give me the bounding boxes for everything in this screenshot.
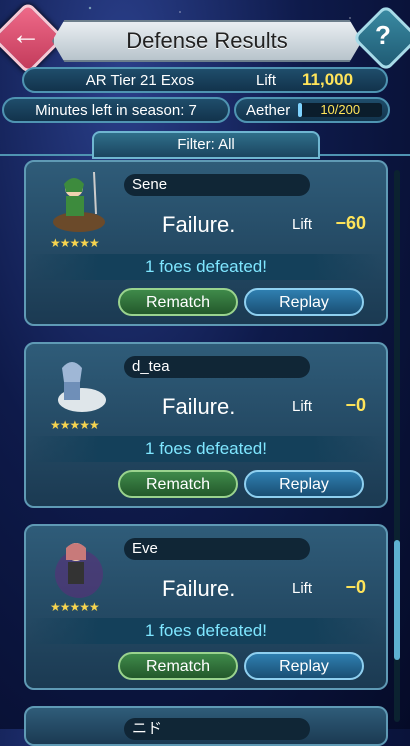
lift-label: Lift — [292, 216, 313, 233]
scrollbar-thumb[interactable] — [394, 540, 400, 660]
hero-portrait — [55, 543, 103, 598]
aether-value: 10/200 — [320, 102, 361, 117]
header: ← Defense Results ? — [0, 0, 410, 75]
title-plate: Defense Results — [52, 20, 362, 62]
question-icon[interactable]: ? — [366, 16, 400, 54]
hero-portrait — [58, 362, 106, 412]
rematch-button[interactable]: Rematch — [118, 652, 238, 680]
result-card-partial: ニド — [24, 706, 388, 746]
rematch-button[interactable]: Rematch — [118, 470, 238, 498]
tier-lift-label: Lift — [256, 71, 277, 89]
rarity-stars: ★★★★★ — [50, 236, 100, 250]
aether-gauge: 10/200 — [298, 102, 383, 117]
lift-value: −0 — [345, 577, 366, 597]
page-title: Defense Results — [126, 28, 288, 53]
rematch-button[interactable]: Rematch — [118, 288, 238, 316]
back-arrow-icon[interactable]: ← — [9, 17, 43, 53]
season-text: Minutes left in season: 7 — [35, 101, 197, 119]
opponent-name: ニド — [124, 718, 310, 740]
foes-defeated-text: 1 foes defeated! — [30, 254, 382, 280]
rarity-stars: ★★★★★ — [50, 600, 100, 614]
foes-defeated-text: 1 foes defeated! — [30, 436, 382, 462]
result-text: Failure. — [162, 394, 236, 419]
foes-defeated-text: 1 foes defeated! — [30, 618, 382, 644]
opponent-name: d_tea — [124, 356, 310, 378]
result-card: ★★★★★ d_tea Failure. Lift −0 1 foes defe… — [24, 342, 388, 508]
lift-label: Lift — [292, 580, 313, 597]
lift-label: Lift — [292, 398, 313, 415]
aether-label: Aether — [246, 101, 291, 119]
rarity-stars: ★★★★★ — [50, 418, 100, 432]
lift-value: −60 — [335, 213, 366, 233]
replay-button[interactable]: Replay — [244, 652, 364, 680]
result-card: ★★★★★ Sene Failure. Lift −60 1 foes defe… — [24, 160, 388, 326]
filter-tab[interactable]: Filter: All — [92, 131, 320, 159]
tier-lift-value: 11,000 — [302, 70, 354, 89]
replay-button[interactable]: Replay — [244, 288, 364, 316]
opponent-name: Eve — [124, 538, 310, 560]
tier-text: AR Tier 21 Exos — [85, 71, 195, 89]
result-card: ★★★★★ Eve Failure. Lift −0 1 foes defeat… — [24, 524, 388, 690]
lift-value: −0 — [345, 395, 366, 415]
season-bar: Minutes left in season: 7 — [2, 97, 230, 123]
tier-bar: AR Tier 21 Exos Lift 11,000 — [22, 67, 388, 93]
hero-portrait — [53, 171, 105, 232]
opponent-name: Sene — [124, 174, 310, 196]
result-text: Failure. — [162, 576, 236, 601]
aether-bar: Aether 10/200 — [234, 97, 390, 123]
replay-button[interactable]: Replay — [244, 470, 364, 498]
result-text: Failure. — [162, 212, 236, 237]
